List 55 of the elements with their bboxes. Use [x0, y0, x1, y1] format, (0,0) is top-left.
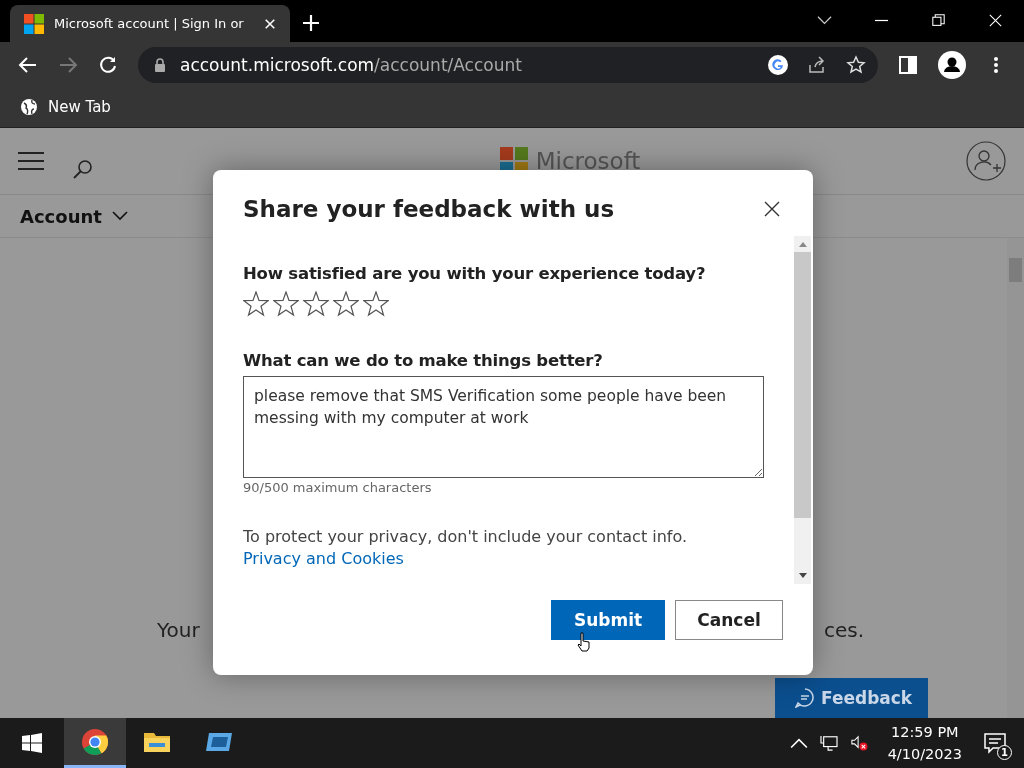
close-icon[interactable]	[763, 200, 781, 218]
menu-icon[interactable]	[18, 151, 44, 171]
cancel-button[interactable]: Cancel	[675, 600, 783, 640]
notification-icon[interactable]	[984, 732, 1006, 754]
add-user-icon[interactable]	[966, 141, 1006, 181]
feedback-textarea[interactable]: please remove that SMS Verification some people have been messing with my computer at work	[243, 376, 764, 478]
body-text: Your	[157, 618, 200, 642]
star-rating-icon[interactable]	[333, 291, 359, 317]
chrome-taskbar-icon[interactable]	[64, 718, 126, 768]
feedback-button[interactable]: Feedback	[775, 678, 928, 718]
windows-start-icon[interactable]	[22, 733, 42, 753]
scroll-up-icon[interactable]	[797, 241, 808, 247]
account-dropdown[interactable]: Account	[20, 205, 128, 227]
windows-logo-icon	[24, 13, 44, 34]
chevron-down-icon[interactable]	[817, 14, 832, 27]
privacy-link[interactable]: Privacy and Cookies	[243, 549, 404, 568]
browser-tab[interactable]: Microsoft account | Sign In or	[10, 5, 290, 42]
dialog-title: Share your feedback with us	[243, 196, 615, 222]
address-bar[interactable]: account.microsoft.com/account/Account	[138, 46, 878, 83]
star-icon[interactable]	[846, 54, 866, 75]
privacy-note: To protect your privacy, don't include your contact info.	[243, 527, 689, 546]
star-rating-icon[interactable]	[273, 291, 299, 317]
brand-name: Microsoft	[535, 148, 641, 174]
restore-icon[interactable]	[931, 14, 946, 27]
back-icon[interactable]	[18, 54, 38, 75]
scrollbar[interactable]	[794, 236, 811, 584]
search-icon[interactable]	[72, 158, 94, 180]
globe-icon	[20, 98, 38, 117]
submit-button[interactable]: Submit	[551, 600, 665, 640]
new-tab-icon[interactable]	[302, 14, 320, 32]
side-panel-icon[interactable]	[898, 54, 918, 75]
share-icon[interactable]	[807, 54, 827, 75]
profile-icon[interactable]	[938, 50, 966, 79]
forward-icon[interactable]	[58, 54, 78, 75]
star-rating-icon[interactable]	[243, 291, 269, 317]
speaker-muted-icon[interactable]	[849, 735, 868, 751]
hand-cursor-icon	[577, 632, 591, 652]
clock-time[interactable]: 12:59 PM	[891, 721, 959, 743]
lock-icon[interactable]	[154, 57, 166, 72]
star-rating-icon[interactable]	[303, 291, 329, 317]
reload-icon[interactable]	[98, 54, 118, 75]
network-icon[interactable]	[819, 735, 838, 751]
chevron-down-icon	[111, 211, 128, 221]
scrollbar[interactable]	[1007, 238, 1024, 718]
clock-date[interactable]: 4/10/2023	[887, 743, 962, 765]
bookmark[interactable]: New Tab	[20, 98, 111, 117]
scroll-down-icon[interactable]	[797, 573, 808, 579]
notification-count: 1	[997, 745, 1012, 760]
body-text: ces.	[823, 618, 864, 642]
google-logo-icon[interactable]	[768, 54, 788, 75]
character-counter: 90/500 maximum characters	[243, 480, 433, 495]
question-label: What can we do to make things better?	[243, 351, 604, 370]
star-rating-icon[interactable]	[363, 291, 389, 317]
chat-bubble-icon	[795, 688, 815, 708]
question-label: How satisfied are you with your experience today?	[243, 264, 707, 283]
